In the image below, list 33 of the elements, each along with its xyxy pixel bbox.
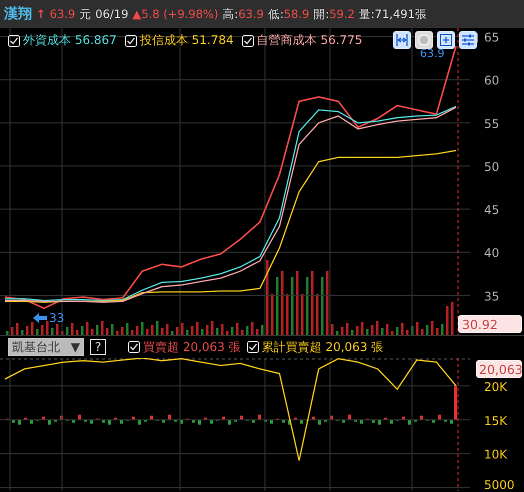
value-tag: 30.92	[458, 315, 522, 333]
legend-label: 投信成本 51.784	[140, 32, 234, 49]
high-marker: 63.9	[420, 47, 444, 60]
axis-label: 15K	[484, 414, 508, 428]
volume: 量:71,491張	[358, 6, 427, 22]
axis-label: 60	[484, 74, 500, 88]
legend-label: 外資成本 56.867	[23, 32, 117, 49]
axis-label: 35	[484, 289, 500, 304]
date: 06/19	[95, 7, 128, 21]
axis-label: 45	[484, 203, 500, 218]
axis-label: 55	[484, 116, 500, 131]
axis-label: 20K	[484, 380, 508, 394]
legend-label: 買賣超 20,063 張	[143, 338, 241, 356]
value-tag: 20,063	[476, 360, 523, 378]
stat-value: 63.9	[238, 6, 264, 22]
stat-value: 58.9	[284, 6, 310, 22]
axis-label: 65	[484, 30, 500, 45]
axis-label: 5000	[484, 478, 515, 491]
unit: 元	[79, 6, 92, 22]
up-arrow: ↑	[36, 7, 46, 21]
legend-label: 累計買賣超 20,063 張	[262, 338, 384, 356]
price-change: ▲5.8 (+9.98%)	[132, 7, 218, 21]
legend-label: 自營商成本 56.775	[256, 32, 362, 49]
stat-label: 開:	[313, 6, 330, 22]
price: 63.9	[50, 7, 76, 21]
axis-label: 50	[484, 160, 500, 174]
stock-name: 漢翔	[4, 5, 32, 23]
low-marker: 33	[49, 311, 64, 325]
stat-value: 59.2	[329, 6, 355, 22]
stat-label: 低:	[268, 6, 284, 22]
axis-label: 10K	[484, 448, 508, 462]
axis-label: 40	[484, 246, 500, 260]
stat-label: 高:	[222, 6, 238, 22]
